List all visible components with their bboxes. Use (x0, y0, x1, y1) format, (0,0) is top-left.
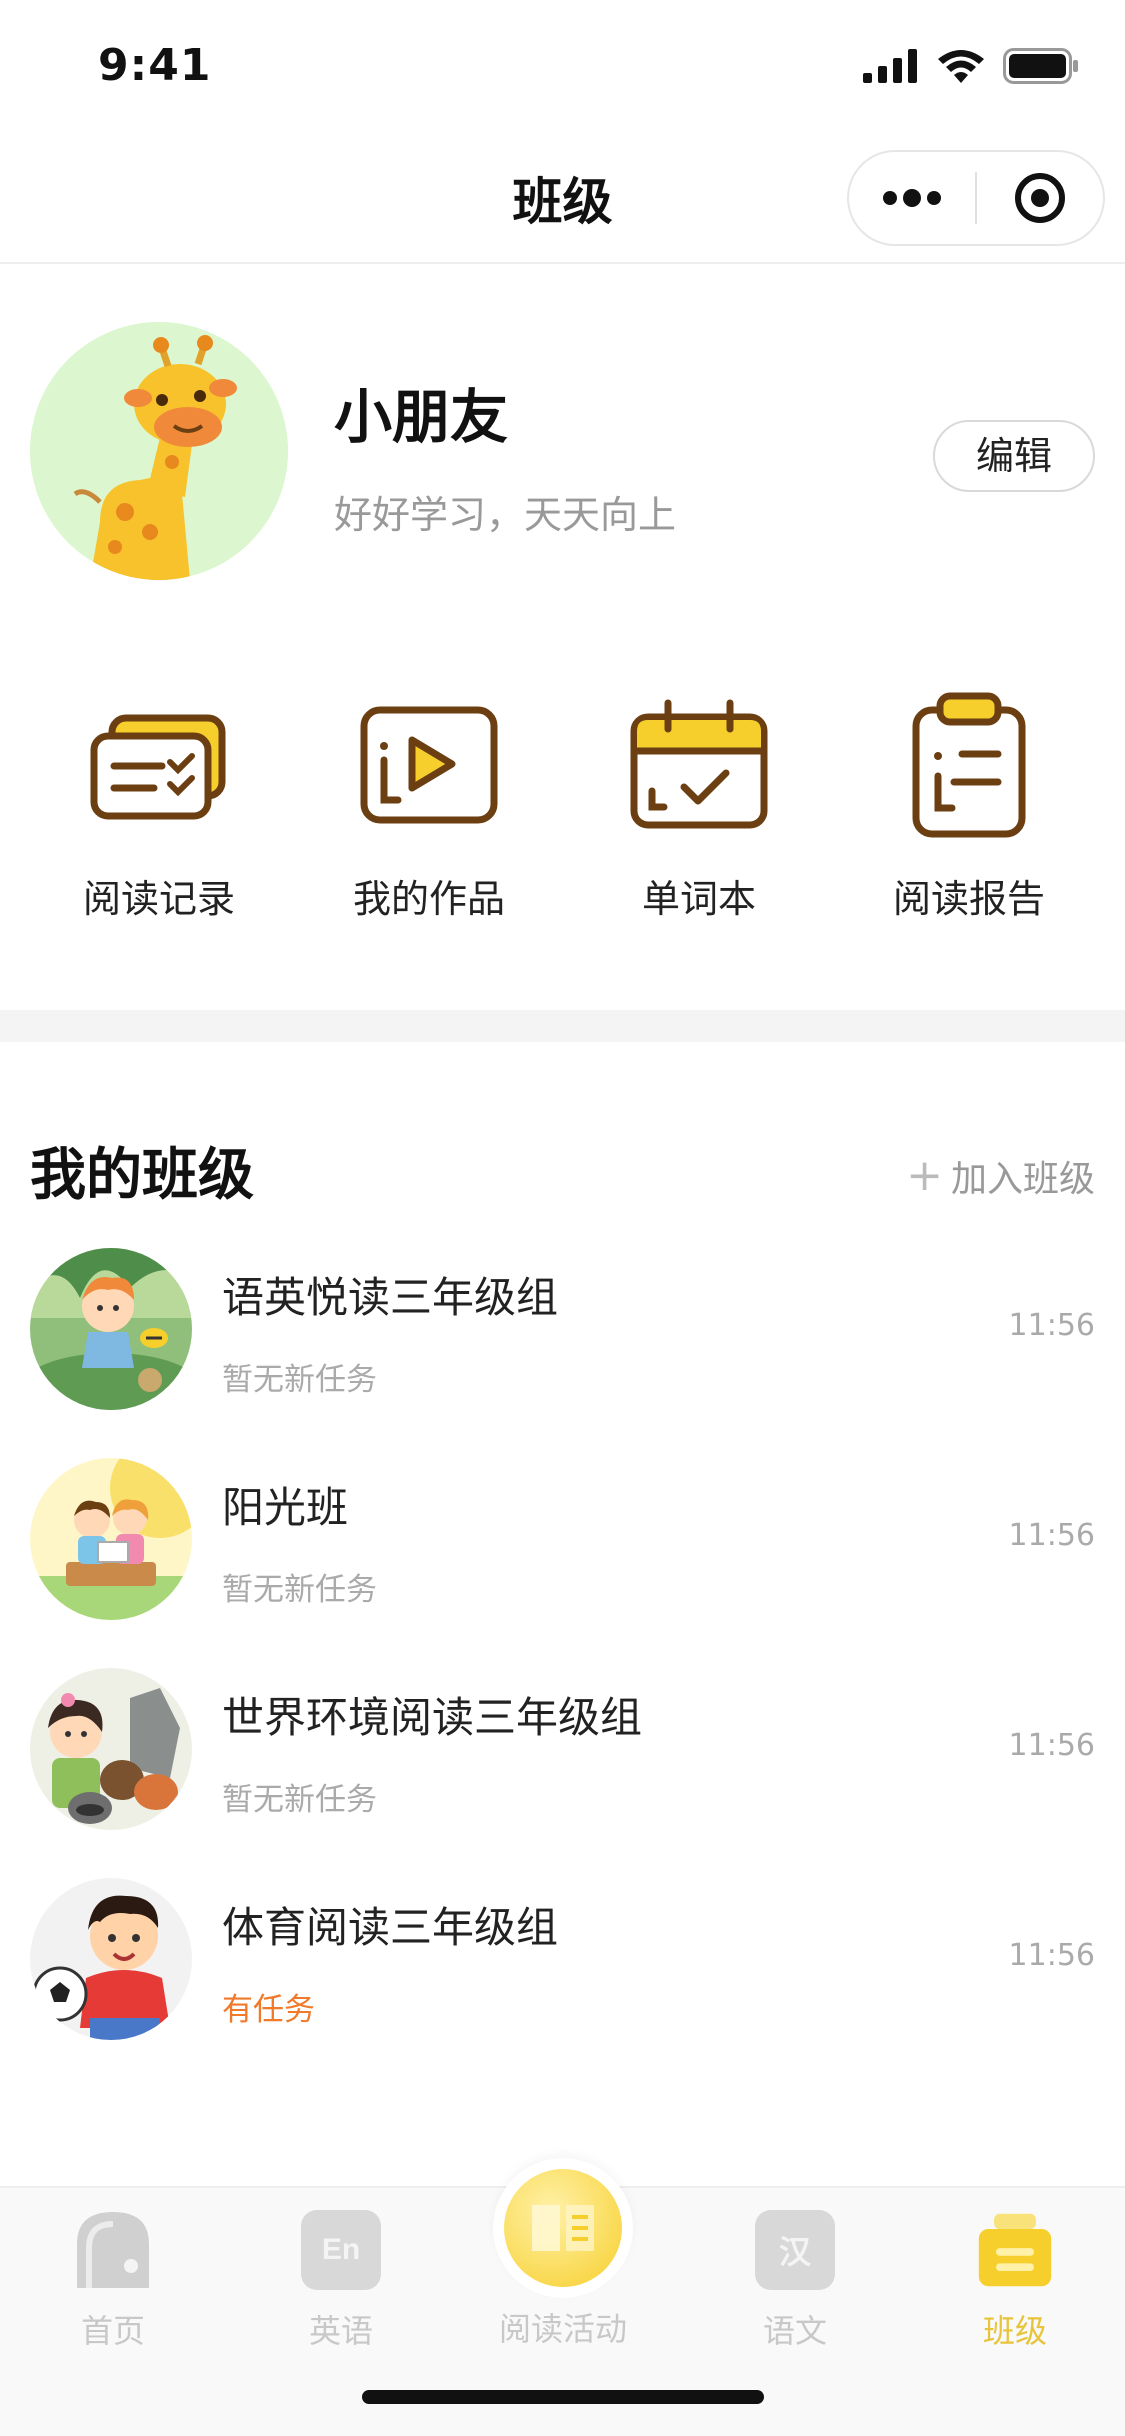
class-header: 我的班级 + 加入班级 (0, 1120, 1125, 1220)
tab-chinese[interactable]: 汉 语文 (720, 2210, 870, 2352)
join-class-label: 加入班级 (950, 1159, 1095, 1200)
quick-actions: 阅读记录 我的作品 单词本 阅读报告 (0, 690, 1125, 990)
status-icons (863, 48, 1079, 84)
profile-motto: 好好学习，天天向上 (334, 493, 677, 537)
screen: 9:41 班级 小朋友 好好学习，天天向上 编辑 阅读记录 我的作品 单词本 阅… (0, 0, 1125, 2436)
class-list-item[interactable]: 阳光班 暂无新任务 11:56 (0, 1450, 1125, 1660)
target-close-icon (1014, 173, 1065, 223)
home-icon (73, 2210, 153, 2290)
profile-name: 小朋友 (334, 383, 509, 451)
center-tab-circle (493, 2158, 633, 2298)
tab-label: 首页 (80, 2312, 145, 2350)
giraffe-avatar-icon (30, 322, 288, 580)
english-icon: En (301, 2210, 381, 2290)
forest-kid-illustration-icon (30, 1248, 192, 1410)
class-list-item[interactable]: 世界环境阅读三年级组 暂无新任务 11:56 (0, 1660, 1125, 1870)
reading-record-icon (84, 690, 234, 840)
class-avatar (30, 1248, 192, 1410)
status-bar: 9:41 (0, 0, 1125, 132)
profile-section: 小朋友 好好学习，天天向上 编辑 (0, 266, 1125, 626)
mini-program-capsule (847, 150, 1105, 246)
close-mini-program-button[interactable] (977, 150, 1103, 246)
more-button[interactable] (849, 150, 975, 246)
class-avatar (30, 1878, 192, 2040)
tab-english[interactable]: En 英语 (266, 2210, 416, 2352)
join-class-button[interactable]: + 加入班级 (906, 1150, 1095, 1202)
action-vocabulary-book[interactable]: 单词本 (564, 690, 834, 990)
nav-bar: 班级 (0, 132, 1125, 264)
class-name: 阳光班 (222, 1483, 349, 1532)
action-label: 阅读记录 (82, 877, 235, 921)
class-avatar (30, 1668, 192, 1830)
class-name: 体育阅读三年级组 (222, 1903, 559, 1952)
class-status: 暂无新任务 (222, 1782, 377, 1818)
section-divider (0, 1010, 1125, 1042)
action-label: 阅读报告 (892, 877, 1045, 921)
class-icon (975, 2210, 1055, 2290)
class-status: 暂无新任务 (222, 1362, 377, 1398)
class-name: 语英悦读三年级组 (222, 1273, 559, 1322)
wifi-icon (938, 50, 984, 83)
class-time: 11:56 (1008, 1518, 1095, 1553)
class-status: 有任务 (222, 1992, 315, 2028)
reading-report-icon (894, 690, 1044, 840)
more-dots-icon (883, 189, 941, 207)
kids-reading-illustration-icon (30, 1458, 192, 1620)
signal-icon (863, 49, 917, 83)
tab-label: 阅读活动 (498, 2310, 627, 2348)
action-label: 我的作品 (352, 877, 505, 921)
action-label: 单词本 (641, 877, 756, 921)
action-reading-record[interactable]: 阅读记录 (24, 690, 294, 990)
class-status: 暂无新任务 (222, 1572, 377, 1608)
tab-home[interactable]: 首页 (38, 2210, 188, 2352)
tab-label: 英语 (308, 2312, 373, 2350)
battery-icon (1003, 48, 1078, 84)
action-reading-report[interactable]: 阅读报告 (834, 690, 1104, 990)
avatar[interactable] (30, 322, 288, 580)
section-title: 我的班级 (30, 1143, 254, 1208)
chinese-icon: 汉 (755, 2210, 835, 2290)
english-icon-text: En (321, 2233, 361, 2266)
class-list-item[interactable]: 语英悦读三年级组 暂无新任务 11:56 (0, 1240, 1125, 1450)
class-name: 世界环境阅读三年级组 (222, 1693, 643, 1742)
action-my-works[interactable]: 我的作品 (294, 690, 564, 990)
home-indicator (362, 2390, 764, 2404)
chinese-icon-text: 汉 (778, 2233, 811, 2271)
reading-activity-icon (504, 2169, 622, 2287)
tab-reading-activity[interactable]: 阅读活动 (488, 2158, 638, 2350)
my-works-icon (354, 690, 504, 840)
class-list-item[interactable]: 体育阅读三年级组 有任务 11:56 (0, 1870, 1125, 2080)
class-time: 11:56 (1008, 1938, 1095, 1973)
plus-icon: + (906, 1150, 943, 1201)
tab-class[interactable]: 班级 (940, 2210, 1090, 2352)
class-list: 语英悦读三年级组 暂无新任务 11:56 阳光班 暂无新任务 11:56 世界环… (0, 1240, 1125, 2080)
class-time: 11:56 (1008, 1728, 1095, 1763)
class-time: 11:56 (1008, 1308, 1095, 1343)
vocabulary-book-icon (624, 690, 774, 840)
status-time: 9:41 (98, 40, 212, 91)
boy-soccer-illustration-icon (30, 1878, 192, 2040)
tab-label: 语文 (762, 2312, 827, 2350)
edit-profile-button[interactable]: 编辑 (933, 420, 1095, 492)
girl-animals-illustration-icon (30, 1668, 192, 1830)
class-avatar (30, 1458, 192, 1620)
tab-label: 班级 (982, 2312, 1047, 2350)
